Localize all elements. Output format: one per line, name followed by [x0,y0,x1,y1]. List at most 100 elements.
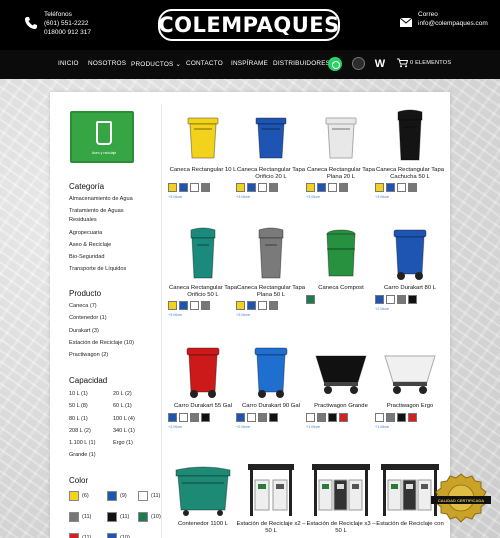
color-swatch[interactable] [397,412,406,422]
globe-icon[interactable] [352,57,365,70]
product-card[interactable]: Practiwagon Ergo +1 More [375,342,445,429]
categoria-item[interactable]: Almacenamiento de Agua [69,196,133,204]
color-swatch[interactable] [306,183,315,193]
color-filter-item[interactable]: (6) [69,491,89,501]
product-card[interactable]: Carro Durakart 80 L +2 More [375,224,445,311]
more-colors-link[interactable]: +1 More [306,425,320,429]
color-swatch[interactable] [328,412,337,422]
product-card[interactable]: Caneca Rectangular Tapa Orificio 20 L +3 … [236,106,306,199]
product-card[interactable]: Carro Durakart 90 Gal +2 More [236,342,306,429]
color-swatch[interactable] [236,183,245,193]
color-swatch[interactable] [386,183,395,193]
phone-contact[interactable]: Teléfonos (601) 551-2222 018000 912 317 [24,10,91,37]
color-swatch[interactable] [375,412,384,422]
color-swatch[interactable] [328,183,337,193]
color-swatch[interactable] [386,294,395,304]
product-name[interactable]: Caneca Rectangular Tapa Orificio 20 L [236,167,306,180]
more-colors-link[interactable]: +3 More [236,313,250,317]
color-swatch[interactable] [107,512,117,522]
color-swatch[interactable] [397,183,406,193]
color-swatch[interactable] [397,294,406,304]
color-swatch[interactable] [339,183,348,193]
product-name[interactable]: Caneca Rectangular Tapa Cachucha 50 L [375,167,445,180]
product-name[interactable]: Caneca Rectangular Tapa Orificio 50 L [168,285,238,298]
product-card[interactable]: Caneca Rectangular Tapa Plana 50 L +3 Mor… [236,224,306,317]
product-card[interactable]: Carro Durakart 55 Gal +2 More [168,342,238,429]
more-colors-link[interactable]: +2 More [375,307,389,311]
product-name[interactable]: Estación de Reciclaje x3 – 50 L [306,521,376,534]
categoria-item[interactable]: Residuales [69,217,97,225]
capacidad-item[interactable]: 80 L (1) [69,416,88,422]
categoria-item[interactable]: Aseo & Reciclaje [69,242,111,250]
producto-item[interactable]: Caneca (7) [69,303,97,311]
nav-item-inicio[interactable]: INICIO [58,60,79,67]
color-swatch[interactable] [306,412,315,422]
color-swatch[interactable] [168,412,177,422]
color-swatch[interactable] [375,294,384,304]
more-colors-link[interactable]: +2 More [236,425,250,429]
product-card[interactable]: Caneca Rectangular Tapa Orificio 50 L +3 … [168,224,238,317]
capacidad-item[interactable]: 10 L (1) [69,391,88,397]
capacidad-item[interactable]: 20 L (2) [113,391,132,397]
color-swatch[interactable] [69,512,79,522]
product-image[interactable] [168,460,238,518]
color-swatch[interactable] [269,183,278,193]
product-card[interactable]: Caneca Rectangular Tapa Plana 20 L +3 Mor… [306,106,376,199]
email-address[interactable]: info@colempaques.com [418,19,488,28]
color-swatch[interactable] [201,183,210,193]
color-swatch[interactable] [317,412,326,422]
nav-item-distribuidores[interactable]: DISTRIBUIDORES [273,60,330,67]
product-name[interactable]: Caneca Compost [306,285,376,292]
color-swatch[interactable] [69,491,79,501]
producto-item[interactable]: Durakart (3) [69,328,99,336]
product-image[interactable] [306,106,376,164]
product-image[interactable] [168,106,238,164]
phone-number-1[interactable]: (601) 551-2222 [44,19,91,28]
capacidad-item[interactable]: 208 L (2) [69,428,91,434]
color-swatch[interactable] [138,512,148,522]
color-swatch[interactable] [168,183,177,193]
color-swatch[interactable] [236,412,245,422]
color-swatch[interactable] [408,294,417,304]
product-image[interactable] [236,224,306,282]
product-card[interactable]: Caneca Rectangular Tapa Cachucha 50 L +3 … [375,106,445,199]
categoria-item[interactable]: Tratamiento de Aguas [69,208,124,216]
nav-item-inspirame[interactable]: INSPÍRAME [231,60,268,67]
color-swatch[interactable] [179,183,188,193]
categoria-item[interactable]: Bio-Seguridad [69,254,104,262]
aseo-reciclaje-logo[interactable]: Aseo y reciclaje [70,111,134,163]
color-filter-item[interactable]: (11) [138,491,160,501]
product-card[interactable]: Caneca Compost [306,224,376,304]
color-swatch[interactable] [168,301,177,311]
producto-item[interactable]: Contenedor (1) [69,315,107,323]
capacidad-item[interactable]: 100 L (4) [113,416,135,422]
more-colors-link[interactable]: +3 More [306,195,320,199]
color-swatch[interactable] [138,491,148,501]
color-swatch[interactable] [306,294,315,304]
more-colors-link[interactable]: +2 More [168,425,182,429]
capacidad-item[interactable]: Grande (1) [69,452,96,458]
color-swatch[interactable] [269,301,278,311]
color-swatch[interactable] [236,301,245,311]
color-swatch[interactable] [408,412,417,422]
color-swatch[interactable] [258,301,267,311]
capacidad-item[interactable]: 60 L (1) [113,403,132,409]
product-image[interactable] [375,224,445,282]
product-name[interactable]: Contenedor 1100 L [168,521,238,528]
product-card[interactable]: Practiwagon Grande +1 More [306,342,376,429]
product-name[interactable]: Estación de Reciclaje x2 – 50 L [236,521,306,534]
color-swatch[interactable] [386,412,395,422]
product-image[interactable] [168,342,238,400]
producto-item[interactable]: Estación de Reciclaje (10) [69,340,134,348]
product-name[interactable]: Caneca Rectangular Tapa Plana 20 L [306,167,376,180]
color-swatch[interactable] [107,533,117,538]
color-swatch[interactable] [190,183,199,193]
color-swatch[interactable] [258,183,267,193]
product-name[interactable]: Carro Durakart 80 L [375,285,445,292]
product-image[interactable] [236,342,306,400]
categoria-item[interactable]: Agropecuaria [69,230,102,238]
product-image[interactable] [168,224,238,282]
product-name[interactable]: Carro Durakart 55 Gal [168,403,238,410]
cart-count[interactable]: 0 ELEMENTOS [410,60,451,66]
product-card[interactable]: Contenedor 1100 L [168,460,238,527]
